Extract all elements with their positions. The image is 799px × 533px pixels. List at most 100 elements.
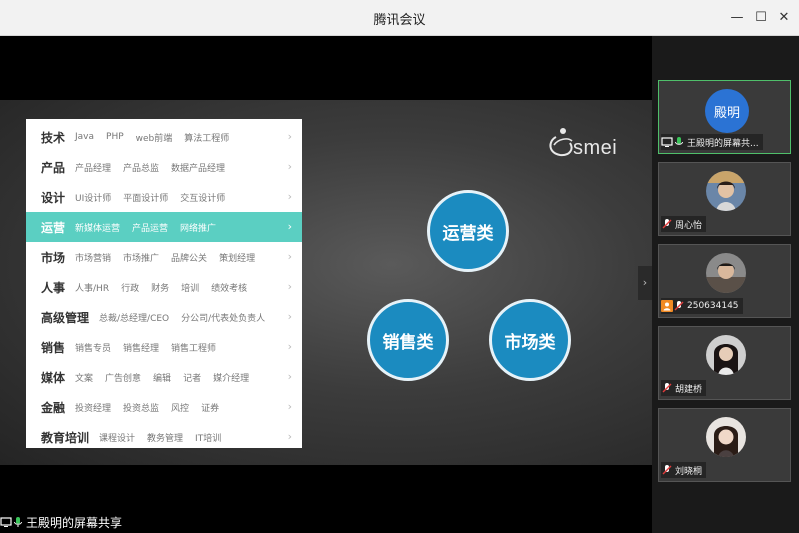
menu-subitem: Java [75,132,95,142]
collapse-panel-button[interactable]: › [638,266,652,300]
menu-subitem: 产品总监 [123,163,160,174]
menu-row: 产品 产品经理 产品总监 数据产品经理 › [26,152,302,182]
microphone-muted-icon [674,301,684,311]
chevron-right-icon: › [287,190,292,203]
share-caption-label: 王殿明的屏幕共享 [26,515,123,530]
chevron-right-icon: › [287,160,292,173]
chevron-right-icon: › [287,370,292,383]
menu-row: 媒体 文案 广告创意 编辑 记者 媒介经理 › [26,362,302,392]
microphone-icon [14,517,22,527]
participant-tile[interactable]: 胡建桥 [658,326,791,400]
menu-subitem: 证券 [201,403,220,414]
menu-category: 设计 [41,190,66,205]
menu-subitem: 销售经理 [123,343,160,354]
chevron-right-icon: › [287,220,292,233]
menu-category: 人事 [41,280,66,295]
menu-category: 高级管理 [41,310,90,325]
chevron-right-icon: › [287,280,292,293]
maximize-button[interactable]: ☐ [751,8,771,28]
menu-subitem: 教务管理 [147,433,184,444]
menu-subitem: 投资总监 [123,403,160,414]
participant-name: 刘晓桐 [675,466,703,477]
smei-logo-icon [549,128,573,157]
ops-circle: 运营类 [427,190,509,272]
menu-subitem: 数据产品经理 [171,163,226,174]
menu-subitem: 风控 [171,403,190,414]
menu-subitem: 课程设计 [99,433,136,444]
menu-subitem: web前端 [135,133,173,144]
menu-category: 产品 [41,160,66,175]
menu-subitem: 人事/HR [75,283,110,294]
menu-subitem: 财务 [151,283,170,294]
menu-category: 销售 [41,340,66,355]
menu-subitem: 新媒体运营 [75,223,121,234]
avatar: 殿明 [705,89,749,133]
title-bar: 腾讯会议 — ☐ ✕ [0,0,799,36]
participant-namebar: 周心怡 [661,216,707,232]
chevron-right-icon: › [287,310,292,323]
menu-subitem: 投资经理 [75,403,112,414]
menu-subitem: 市场营销 [75,253,112,264]
participant-tile[interactable]: 刘晓桐 [658,408,791,482]
menu-subitem: 网络推广 [180,223,217,234]
menu-subitem: 媒介经理 [213,373,250,384]
close-button[interactable]: ✕ [774,8,794,28]
microphone-muted-icon [662,219,672,229]
chevron-right-icon: › [287,340,292,353]
menu-row: 运营 新媒体运营 产品运营 网络推广 › [26,212,302,242]
menu-subitem: 产品运营 [132,223,169,234]
menu-category: 金融 [41,400,66,415]
minimize-button[interactable]: — [727,8,747,28]
menu-subitem: 策划经理 [219,253,256,264]
chevron-right-icon: › [287,400,292,413]
screen-share-icon [0,517,12,527]
menu-subitem: 绩效考核 [211,283,248,294]
menu-subitem: 文案 [75,373,94,384]
market-circle: 市场类 [489,299,571,381]
avatar [706,417,746,457]
menu-row: 设计 UI设计师 平面设计师 交互设计师 › [26,182,302,212]
menu-row: 销售 销售专员 销售经理 销售工程师 › [26,332,302,362]
menu-row: 金融 投资经理 投资总监 风控 证券 › [26,392,302,422]
user-icon [661,300,673,312]
menu-subitem: 算法工程师 [184,133,230,144]
avatar [706,335,746,375]
menu-category: 媒体 [41,370,66,385]
menu-subitem: 分公司/代表处负责人 [181,313,266,324]
meeting-window: 腾讯会议 — ☐ ✕ 技术 Java PHP web前端 算法工程师 › 产品 产品经理 产品总… [0,0,799,533]
menu-subitem: 编辑 [153,373,172,384]
participant-namebar: 250634145 [661,298,743,314]
window-title: 腾讯会议 [373,13,426,28]
menu-subitem: 交互设计师 [180,193,226,204]
menu-row: 市场 市场营销 市场推广 品牌公关 策划经理 › [26,242,302,272]
microphone-icon [675,137,683,145]
menu-subitem: 记者 [183,373,202,384]
chevron-right-icon: › [287,250,292,263]
menu-subitem: PHP [106,132,124,142]
chevron-right-icon: › [287,130,292,143]
menu-category: 技术 [41,130,66,145]
menu-row: 高级管理 总裁/总经理/CEO 分公司/代表处负责人 › [26,302,302,332]
menu-subitem: 品牌公关 [171,253,208,264]
sales-circle: 销售类 [367,299,449,381]
menu-subitem: 销售专员 [75,343,112,354]
share-caption: 王殿明的屏幕共享 [0,512,122,532]
participant-name: 胡建桥 [675,384,703,395]
participant-tile[interactable]: 周心怡 [658,162,791,236]
menu-subitem: UI设计师 [75,193,112,204]
menu-subitem: 广告创意 [105,373,142,384]
job-category-menu: 技术 Java PHP web前端 算法工程师 › 产品 产品经理 产品总监 数据产品经理 › 设计 U… [26,119,302,448]
menu-category: 教育培训 [41,430,90,445]
avatar [706,171,746,211]
menu-subitem: 产品经理 [75,163,112,174]
avatar [706,253,746,293]
participant-name: 周心怡 [675,220,703,231]
participant-tile[interactable]: 殿明 王殿明的屏幕共... [658,80,791,154]
participant-namebar: 刘晓桐 [661,462,707,478]
smei-logo: smei [546,125,636,161]
menu-subitem: 市场推广 [123,253,160,264]
menu-category: 市场 [41,250,66,265]
participant-tile[interactable]: 250634145 [658,244,791,318]
menu-subitem: 行政 [121,283,140,294]
menu-subitem: 平面设计师 [123,193,169,204]
